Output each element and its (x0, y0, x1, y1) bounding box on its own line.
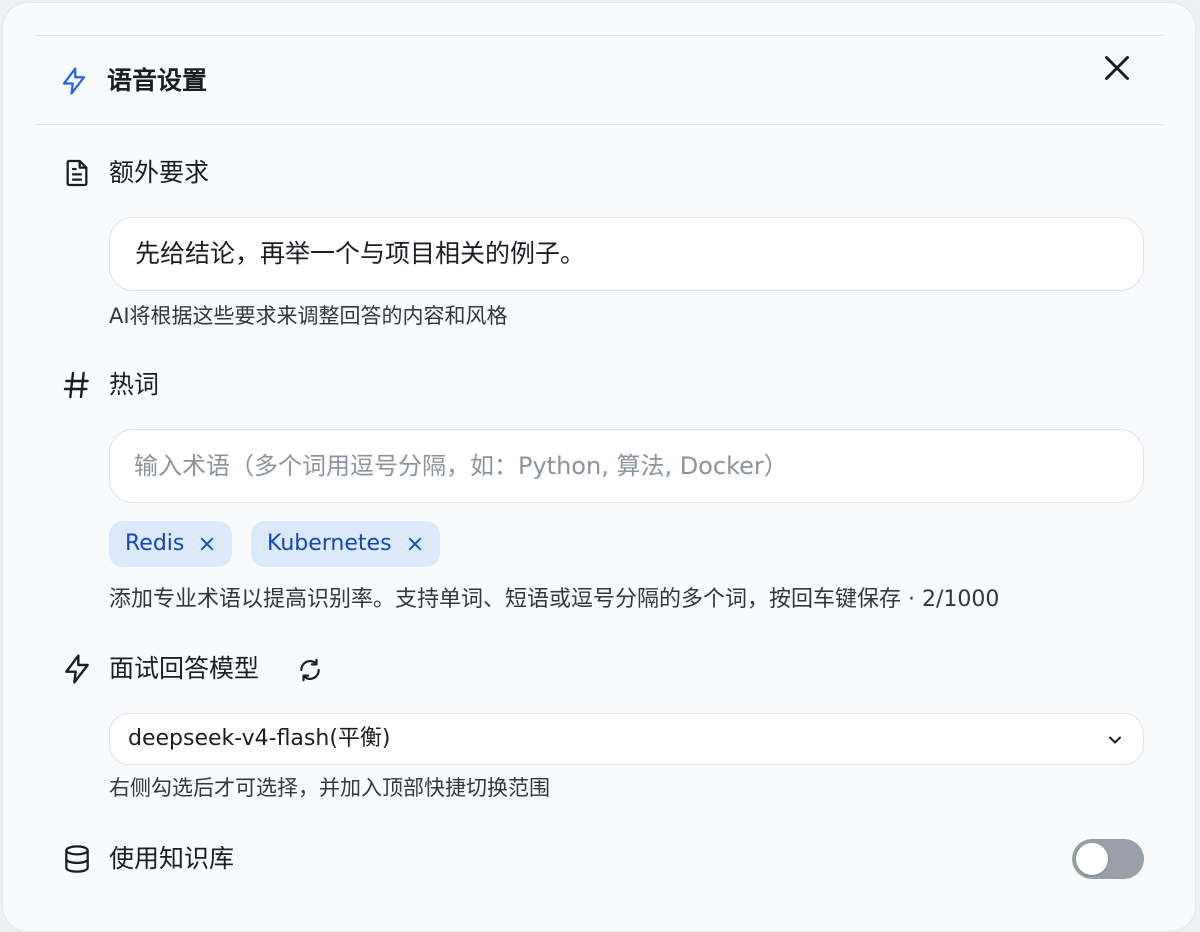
model-label: 面试回答模型 (109, 654, 260, 683)
model-hint: 右侧勾选后才可选择，并加入顶部快捷切换范围 (109, 776, 550, 800)
knowledge-base-label: 使用知识库 (109, 844, 235, 873)
model-select[interactable]: deepseek-v4-flash(平衡) (109, 713, 1144, 765)
database-icon (65, 845, 89, 873)
lightning-icon (62, 67, 86, 95)
toggle-knob (1076, 843, 1108, 875)
extra-requirements-label: 额外要求 (109, 158, 210, 187)
refresh-icon[interactable] (297, 657, 323, 683)
remove-tag-icon[interactable] (198, 535, 216, 553)
hotword-tag-label: Kubernetes (267, 531, 392, 556)
hotwords-input[interactable] (134, 448, 1114, 484)
hotword-tag-label: Redis (125, 531, 185, 556)
document-icon (66, 159, 88, 187)
chevron-down-icon (1109, 736, 1121, 744)
hotwords-field[interactable] (109, 429, 1144, 503)
hotword-tag: Redis (109, 521, 233, 567)
lightning-icon (65, 654, 89, 684)
remove-tag-icon[interactable] (406, 535, 424, 553)
hotwords-hint: 添加专业术语以提高识别率。支持单词、短语或逗号分隔的多个词，按回车键保存 · 2… (109, 587, 1000, 612)
panel-header: 语音设置 (35, 36, 1163, 125)
hash-icon (63, 371, 89, 399)
hotword-tag: Kubernetes (251, 521, 440, 567)
knowledge-base-toggle[interactable] (1072, 839, 1144, 879)
hotwords-label: 热词 (109, 370, 160, 399)
model-select-value: deepseek-v4-flash(平衡) (128, 726, 391, 751)
extra-requirements-value[interactable]: 先给结论，再举一个与项目相关的例子。 (135, 237, 585, 271)
extra-requirements-field[interactable]: 先给结论，再举一个与项目相关的例子。 (109, 217, 1144, 291)
page-title: 语音设置 (107, 66, 208, 95)
close-icon[interactable] (1099, 50, 1135, 86)
voice-settings-panel: 语音设置 额外要求 先给结论，再举一个与项目相关的例子。 AI将根据这些要求来调… (2, 2, 1196, 932)
extra-requirements-hint: AI将根据这些要求来调整回答的内容和风格 (109, 304, 508, 328)
